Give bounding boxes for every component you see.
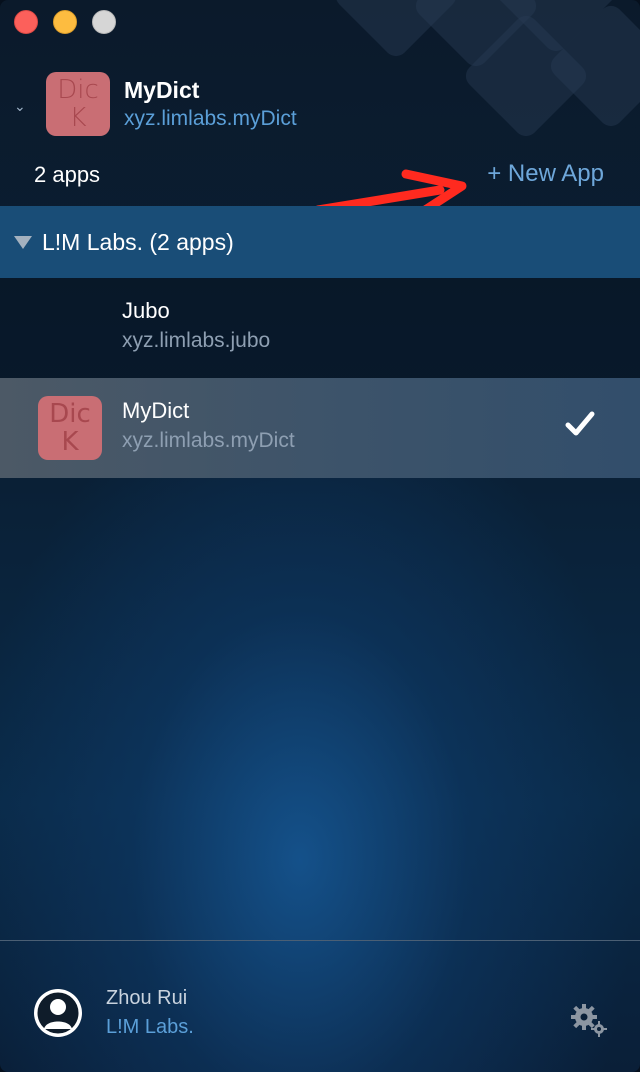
user-avatar-icon[interactable] [34, 989, 82, 1037]
user-footer: Zhou Rui L!M Labs. [0, 941, 640, 1072]
app-icon: Dic K [38, 396, 102, 460]
app-icon-text-bottom: K [61, 427, 79, 457]
app-name: Jubo [122, 298, 170, 323]
apps-count-label: 2 apps [34, 162, 101, 187]
minimize-button[interactable] [53, 10, 77, 34]
header-decoration [320, 0, 640, 150]
app-bundle-id: xyz.limlabs.jubo [122, 329, 271, 352]
app-window: ⌄ Dic K MyDict xyz.limlabs.myDict 2 apps… [0, 0, 640, 1072]
app-list-item-jubo[interactable]: Jubo xyz.limlabs.jubo [0, 278, 640, 378]
app-bundle-id: xyz.limlabs.myDict [122, 429, 295, 452]
app-icon-text-bottom: K [69, 103, 87, 133]
app-list-item-mydict[interactable]: Dic K MyDict xyz.limlabs.myDict [0, 378, 640, 478]
app-icon-text-top: Dic [57, 75, 99, 105]
group-header[interactable]: L!M Labs. (2 apps) [0, 206, 640, 278]
new-app-button[interactable]: + New App [487, 160, 604, 188]
checkmark-icon [565, 411, 595, 436]
gear-icon[interactable] [570, 1003, 608, 1037]
app-icon-text-top: Dic [49, 399, 91, 429]
close-button[interactable] [14, 10, 38, 34]
user-organization[interactable]: L!M Labs. [106, 1016, 194, 1039]
app-name: MyDict [122, 398, 190, 423]
window-controls [14, 10, 116, 34]
current-app-name: MyDict [124, 77, 200, 103]
disclosure-triangle-icon[interactable] [14, 235, 32, 249]
current-app-bundle-id: xyz.limlabs.myDict [124, 107, 297, 130]
group-label: L!M Labs. (2 apps) [42, 228, 234, 255]
chevron-down-icon[interactable]: ⌄ [14, 98, 30, 115]
current-app-selector[interactable]: ⌄ Dic K MyDict xyz.limlabs.myDict [14, 72, 297, 136]
user-name: Zhou Rui [106, 987, 188, 1009]
app-icon: Dic K [46, 72, 110, 136]
zoom-button[interactable] [92, 10, 116, 34]
